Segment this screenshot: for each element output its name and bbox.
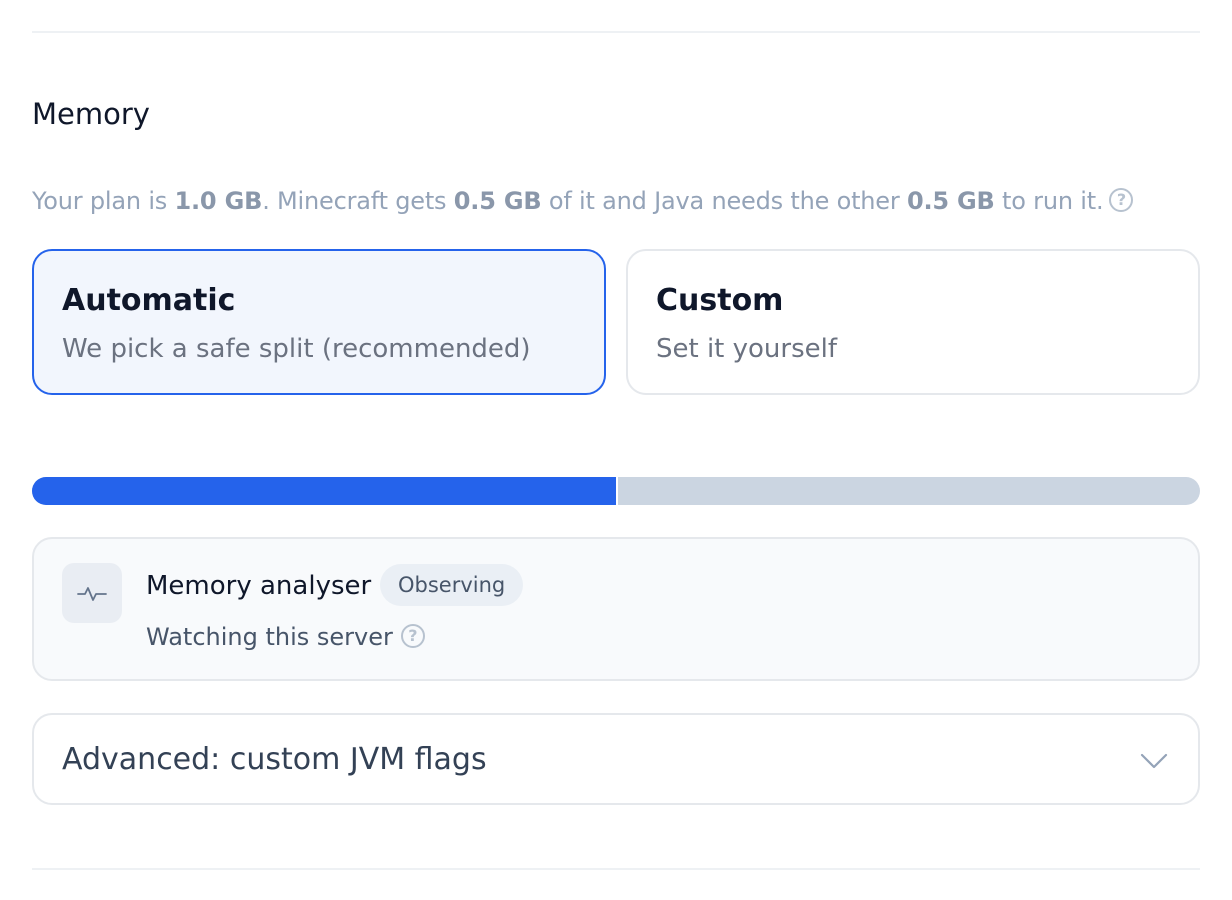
bottom-divider bbox=[32, 868, 1200, 870]
mode-card-automatic[interactable]: Automatic We pick a safe split (recommen… bbox=[32, 249, 606, 395]
help-icon[interactable]: ? bbox=[400, 624, 425, 648]
desc-middle-1: . Minecraft gets bbox=[262, 187, 454, 215]
advanced-label: Advanced: custom JVM flags bbox=[62, 742, 487, 777]
analyser-subtitle-text: Watching this server bbox=[146, 623, 393, 651]
mode-title: Automatic bbox=[62, 283, 236, 318]
activity-pulse-icon bbox=[62, 563, 122, 623]
top-divider bbox=[32, 31, 1200, 33]
desc-middle-2: of it and Java needs the other bbox=[541, 187, 907, 215]
chevron-down-icon[interactable] bbox=[1140, 747, 1168, 775]
minecraft-memory-fill bbox=[32, 477, 618, 505]
memory-description: Your plan is 1.0 GB. Minecraft gets 0.5 … bbox=[32, 181, 1134, 221]
memory-analyser-card: Memory analyser Observing Watching this … bbox=[32, 537, 1200, 681]
help-icon[interactable]: ? bbox=[1109, 188, 1134, 212]
mode-title: Custom bbox=[656, 283, 784, 318]
mode-subtitle: Set it yourself bbox=[656, 334, 838, 364]
desc-suffix: to run it. bbox=[994, 187, 1104, 215]
memory-split-bar bbox=[32, 477, 1200, 505]
mode-subtitle: We pick a safe split (recommended) bbox=[62, 334, 531, 364]
advanced-jvm-flags-toggle[interactable]: Advanced: custom JVM flags bbox=[32, 713, 1200, 805]
analyser-subtitle: Watching this server? bbox=[146, 619, 425, 655]
java-share: 0.5 GB bbox=[906, 187, 995, 215]
minecraft-share: 0.5 GB bbox=[453, 187, 542, 215]
status-badge: Observing bbox=[380, 564, 524, 606]
mode-card-custom[interactable]: Custom Set it yourself bbox=[626, 249, 1200, 395]
analyser-title: Memory analyser bbox=[146, 571, 372, 601]
section-title: Memory bbox=[32, 97, 150, 131]
plan-total: 1.0 GB bbox=[174, 187, 263, 215]
desc-prefix: Your plan is bbox=[32, 187, 175, 215]
